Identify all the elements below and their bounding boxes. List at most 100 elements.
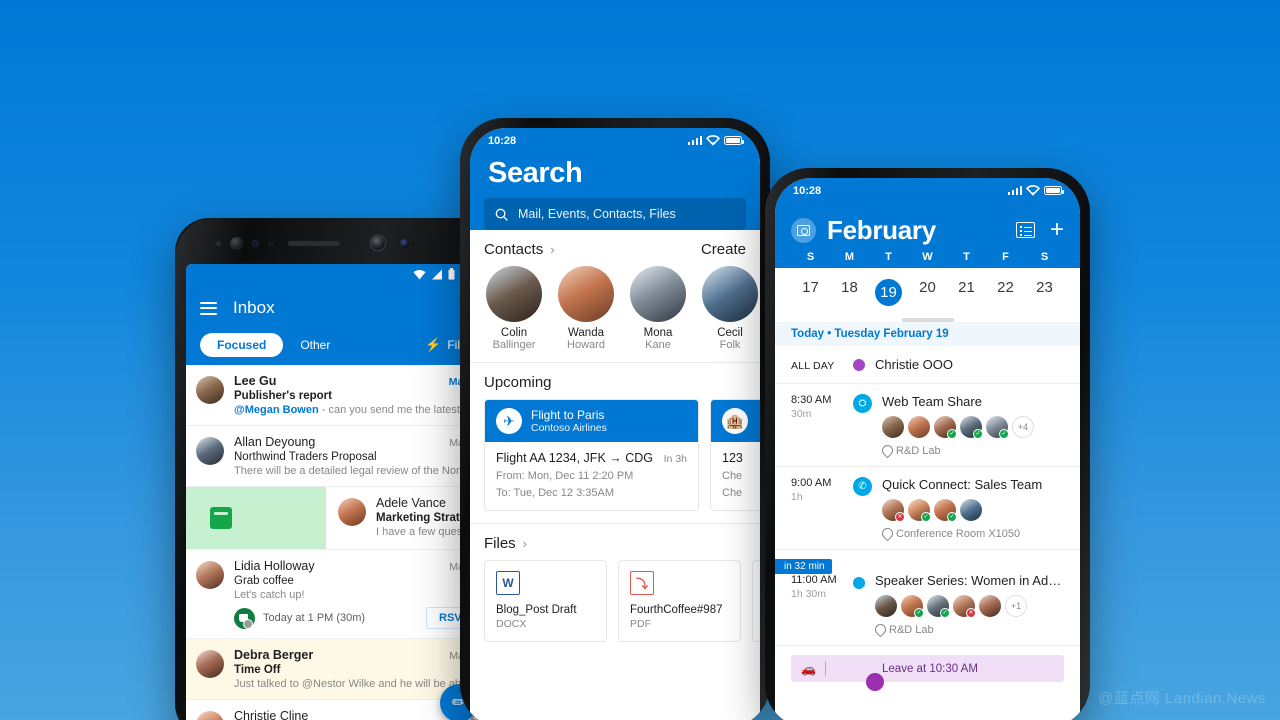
list-item[interactable]: ⤵ FourthCoffee#987 PDF	[618, 560, 741, 642]
card-main-row: 123	[722, 451, 760, 465]
contacts-strip: Colin Ballinger Wanda Howard Mona Kane C…	[470, 266, 760, 362]
avatar: ✕	[882, 499, 905, 522]
list-item[interactable]: ⤵ Rec PDF	[752, 560, 760, 642]
inbox-tab-row: Focused Other ⚡ Filters	[200, 325, 480, 365]
checkout-line: Che	[722, 487, 743, 499]
section-title: Files	[484, 535, 516, 552]
selected-date-label: 19	[875, 279, 902, 306]
date-cell[interactable]: 18	[830, 274, 869, 311]
calendar-actions: +	[1015, 218, 1064, 242]
date-cell-selected[interactable]: 19	[869, 274, 908, 311]
list-item[interactable]: Wanda Howard	[556, 266, 616, 351]
rsvp-row: Today at 1 PM (30m) RSVP	[234, 607, 482, 629]
message-subject: Northwind Traders Proposal	[234, 451, 377, 463]
teams-share-icon: ⛭	[853, 394, 872, 413]
reservation-detail: 123	[722, 451, 743, 465]
event-location: R&D Lab	[875, 624, 1064, 636]
table-row[interactable]: Lidia Holloway Mar 23 Grab coffee Let's …	[186, 550, 494, 639]
message-preview: Just talked to @Nestor Wilke and he will…	[234, 678, 482, 690]
create-contact-button[interactable]: Create	[701, 241, 746, 258]
list-item[interactable]: 8:30 AM 30m ⛭ Web Team Share ✓ ✓ ✓ +4 R&…	[775, 384, 1080, 467]
card-header: 🏨	[711, 400, 760, 442]
date-cell[interactable]: 22	[986, 274, 1025, 311]
contact-last-name: Folk	[719, 339, 741, 351]
avatar: ✓	[960, 416, 983, 439]
contact-first-name: Colin	[500, 327, 528, 339]
attendee-row: ✓ ✓ ✓ +4	[882, 416, 1064, 439]
watermark: @蓝点网 Landian.News	[1098, 690, 1266, 707]
list-item[interactable]: W Blog_Post Draft DOCX	[484, 560, 607, 642]
wifi-icon	[706, 135, 720, 146]
search-header: Search Mail, Events, Contacts, Files	[470, 153, 760, 230]
sender-name: Debra Berger	[234, 648, 314, 662]
event-time: 9:00 AM 1h	[791, 477, 853, 540]
list-item[interactable]: ALL DAY Christie OOO	[775, 346, 1080, 384]
front-camera-icon	[371, 236, 385, 250]
tab-other[interactable]: Other	[283, 333, 347, 357]
ios-phone-calendar: 10:28 February + S M T W T F S 17 18 19 …	[765, 168, 1090, 720]
avatar	[196, 561, 224, 589]
file-type: DOCX	[496, 618, 527, 630]
cellular-icon	[687, 136, 702, 145]
date-cell[interactable]: 20	[908, 274, 947, 311]
weekday-label: S	[806, 251, 815, 263]
checkin-line: Che	[722, 470, 743, 482]
sender-name: Lidia Holloway	[234, 559, 315, 573]
plus-icon[interactable]: +	[1050, 218, 1064, 242]
table-row[interactable]: Allan Deyoung Mar 23 Northwind Traders P…	[186, 426, 494, 487]
avatar	[908, 416, 930, 438]
battery-icon	[1044, 186, 1064, 195]
contacts-section-header[interactable]: Contacts › Create	[470, 230, 760, 266]
list-item[interactable]: 9:00 AM 1h ✆ Quick Connect: Sales Team ✕…	[775, 467, 1080, 550]
today-header: Today • Tuesday February 19	[775, 322, 1080, 346]
tab-focused[interactable]: Focused	[200, 333, 284, 357]
table-row-swiped[interactable]: Adele Vance Marketing Strategy I have a …	[186, 487, 494, 550]
attendee-overflow-count[interactable]: +1	[1005, 595, 1027, 617]
agenda-list-icon[interactable]	[1015, 222, 1035, 238]
file-name: FourthCoffee#987	[630, 604, 723, 616]
calendar-badge-icon[interactable]	[791, 217, 816, 243]
archive-swipe-action[interactable]	[186, 487, 326, 549]
list-item[interactable]: 🏨 123 Che Che	[710, 399, 760, 511]
event-title: Quick Connect: Sales Team	[882, 477, 1043, 492]
hamburger-icon[interactable]	[200, 301, 217, 315]
location-label: R&D Lab	[889, 624, 934, 636]
page-title: Search	[488, 157, 583, 189]
bolt-icon: ⚡	[425, 337, 442, 352]
mention-token: @Megan Bowen	[234, 404, 319, 416]
cellular-icon	[1007, 186, 1022, 195]
leave-time-banner[interactable]: 🚗 Leave at 10:30 AM	[791, 655, 1064, 691]
contact-last-name: Ballinger	[492, 339, 536, 351]
card-body: Flight AA 1234, JFK → CDG In 3h From: Mo…	[485, 442, 698, 510]
table-row[interactable]: Lee Gu Mar 23 Publisher's report @Megan …	[186, 365, 494, 426]
file-name: Blog_Post Draft	[496, 604, 577, 616]
accepted-status-icon: ✓	[921, 512, 931, 522]
signal-icon	[431, 269, 442, 279]
card-subtitle: Contoso Airlines	[531, 422, 607, 434]
avatar	[630, 266, 686, 322]
page-title: February	[827, 214, 936, 245]
files-section-header[interactable]: Files ›	[470, 524, 760, 560]
list-item[interactable]: ✈ Flight to Paris Contoso Airlines Fligh…	[484, 399, 699, 511]
search-input[interactable]: Mail, Events, Contacts, Files	[484, 198, 746, 230]
avatar	[196, 437, 224, 465]
contact-last-name: Kane	[645, 339, 671, 351]
files-strip: W Blog_Post Draft DOCX ⤵ FourthCoffee#98…	[470, 560, 760, 654]
list-item[interactable]: Colin Ballinger	[484, 266, 544, 351]
date-cell[interactable]: 17	[791, 274, 830, 311]
accepted-status-icon: ✓	[973, 429, 983, 439]
sensor-dot-icon	[268, 240, 273, 246]
list-item[interactable]: in 32 min 11:00 AM 1h 30m Speaker Series…	[775, 550, 1080, 646]
flight-to: To: Tue, Dec 12 3:35AM	[496, 487, 615, 499]
upcoming-cards: ✈ Flight to Paris Contoso Airlines Fligh…	[470, 399, 760, 523]
date-cell[interactable]: 21	[947, 274, 986, 311]
list-item[interactable]: Cecil Folk	[700, 266, 760, 351]
flight-from: From: Mon, Dec 11 2:20 PM	[496, 470, 634, 482]
weekday-label: F	[1002, 251, 1009, 263]
attendee-overflow-count[interactable]: +4	[1012, 416, 1034, 438]
list-item[interactable]: Mona Kane	[628, 266, 688, 351]
date-cell[interactable]: 23	[1025, 274, 1064, 311]
date-strip: 17 18 19 20 21 22 23	[775, 268, 1080, 313]
message-preview: There will be a detailed legal review of…	[234, 465, 482, 477]
ios-status-bar: 10:28	[775, 178, 1080, 203]
